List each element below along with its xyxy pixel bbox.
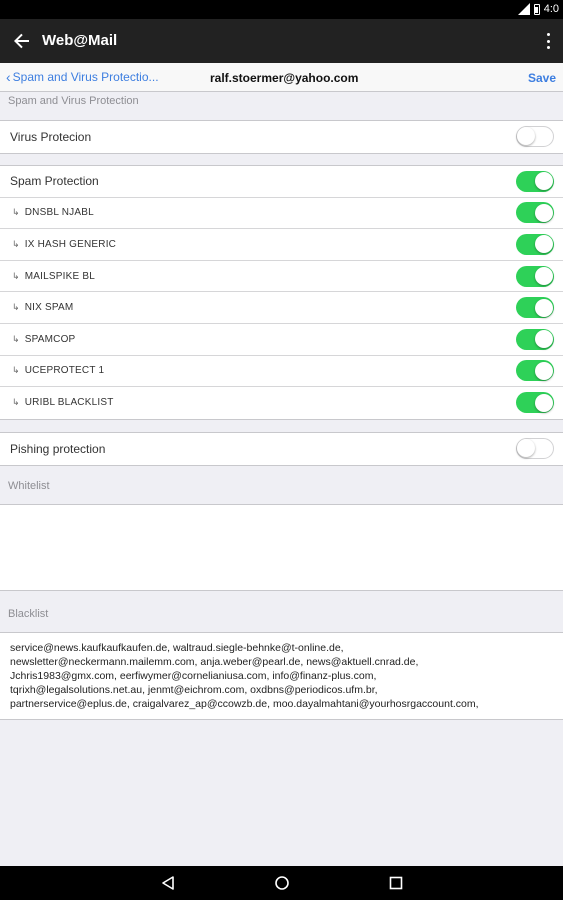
android-nav-bar: [0, 866, 563, 900]
signal-icon: [517, 3, 530, 15]
spam-list-label: DNSBL NJABL: [24, 207, 94, 219]
list-item: ↳ SPAMCOP: [0, 324, 563, 356]
triangle-back-icon[interactable]: [160, 875, 176, 891]
nix-spam-toggle[interactable]: [516, 297, 554, 319]
phishing-protection-row: Pishing protection: [0, 433, 563, 465]
arrow-left-icon[interactable]: [10, 29, 34, 53]
app-bar: Web@Mail: [0, 19, 563, 63]
virus-protection-toggle[interactable]: [516, 126, 554, 148]
ix-hash-generic-toggle[interactable]: [516, 233, 554, 255]
square-recent-icon[interactable]: [388, 875, 404, 891]
sub-item-arrow-icon: ↳: [12, 207, 20, 218]
protection-section-header: Spam and Virus Protection: [8, 95, 139, 107]
list-item: ↳ DNSBL NJABL: [0, 198, 563, 230]
spam-list-label: MAILSPIKE BL: [24, 270, 95, 282]
status-icons: 4:0: [517, 3, 559, 15]
spam-protection-label: Spam Protection: [10, 174, 99, 189]
whitelist-content: [0, 505, 563, 590]
spam-list-label: URIBL BLACKLIST: [24, 397, 114, 409]
list-item: ↳ IX HASH GENERIC: [0, 229, 563, 261]
phishing-group: Pishing protection: [0, 432, 563, 466]
whitelist-textarea[interactable]: [0, 504, 563, 591]
blacklist-content: service@news.kaufkaufkaufen.de, waltraud…: [10, 642, 479, 710]
spam-list-label: NIX SPAM: [24, 302, 74, 314]
mailspike-bl-toggle[interactable]: [516, 265, 554, 287]
sub-item-arrow-icon: ↳: [12, 302, 20, 313]
virus-protection-row: Virus Protecion: [0, 121, 563, 153]
sub-item-arrow-icon: ↳: [12, 238, 20, 249]
circle-home-icon[interactable]: [274, 875, 290, 891]
spam-protection-row: Spam Protection: [0, 166, 563, 198]
app-title: Web@Mail: [42, 32, 118, 49]
uceprotect-1-toggle[interactable]: [516, 360, 554, 382]
whitelist-section-header: Whitelist: [8, 480, 50, 492]
list-item: ↳ NIX SPAM: [0, 292, 563, 324]
chevron-left-icon: ‹: [6, 69, 11, 85]
phishing-protection-toggle[interactable]: [516, 438, 554, 460]
sub-item-arrow-icon: ↳: [12, 270, 20, 281]
blacklist-section-header: Blacklist: [8, 608, 49, 620]
spamcop-toggle[interactable]: [516, 328, 554, 350]
spam-list-label: UCEPROTECT 1: [24, 365, 105, 377]
account-title: ralf.stoermer@yahoo.com: [210, 71, 359, 85]
save-button[interactable]: Save: [528, 71, 556, 85]
nav-back-label: Spam and Virus Protectio...: [12, 70, 159, 84]
status-bar: 4:0: [0, 0, 563, 19]
nav-bar: ‹ Spam and Virus Protectio... ralf.stoer…: [0, 63, 563, 92]
dnsbl-njabl-toggle[interactable]: [516, 202, 554, 224]
spam-group: Spam Protection ↳ DNSBL NJABL ↳ IX HASH GE…: [0, 165, 563, 420]
sub-item-arrow-icon: ↳: [12, 365, 20, 376]
spam-list-label: SPAMCOP: [24, 333, 76, 345]
spam-list-label: IX HASH GENERIC: [24, 238, 117, 250]
list-item: ↳ URIBL BLACKLIST: [0, 387, 563, 419]
sub-item-arrow-icon: ↳: [12, 397, 20, 408]
uribl-blacklist-toggle[interactable]: [516, 392, 554, 414]
status-time: 4:0: [543, 3, 559, 15]
spam-protection-toggle[interactable]: [516, 170, 554, 192]
list-item: ↳ MAILSPIKE BL: [0, 261, 563, 293]
blacklist-textarea[interactable]: service@news.kaufkaufkaufen.de, waltraud…: [0, 632, 563, 720]
battery-icon: [533, 3, 540, 15]
sub-item-arrow-icon: ↳: [12, 333, 20, 344]
virus-protection-label: Virus Protecion: [10, 129, 92, 144]
more-vert-icon[interactable]: [545, 31, 551, 51]
nav-back-button[interactable]: ‹ Spam and Virus Protectio...: [6, 70, 159, 84]
virus-group: Virus Protecion: [0, 120, 563, 154]
phishing-protection-label: Pishing protection: [10, 441, 106, 456]
list-item: ↳ UCEPROTECT 1: [0, 356, 563, 388]
